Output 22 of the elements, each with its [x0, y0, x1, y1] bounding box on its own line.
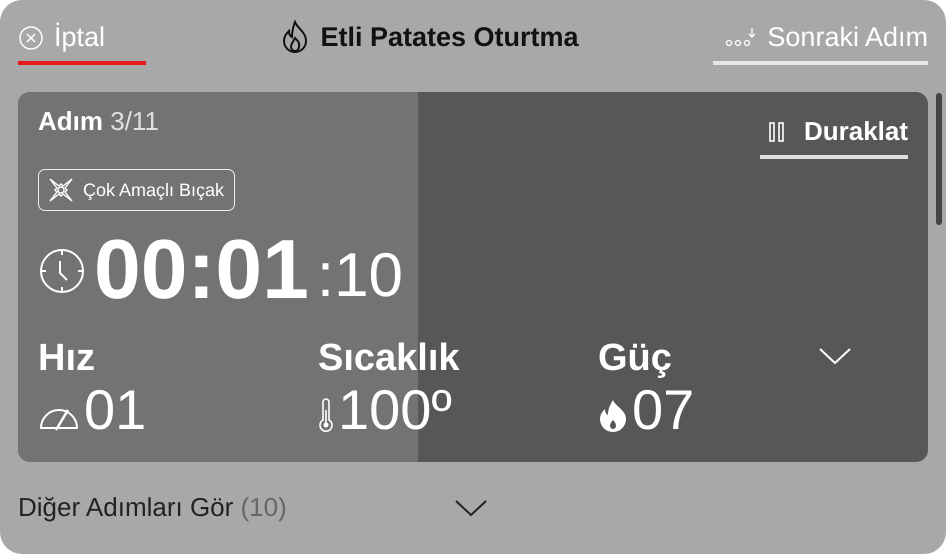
timer-seconds: :10 [316, 245, 404, 307]
scrollbar[interactable] [936, 93, 942, 225]
expand-chevron-icon[interactable] [818, 347, 852, 365]
recipe-title: Etli Patates Oturtma [320, 22, 579, 52]
pause-button[interactable]: Duraklat [760, 106, 908, 159]
blade-icon [47, 176, 75, 204]
clock-icon [38, 247, 86, 295]
stat-value: 100º [338, 382, 452, 438]
stat-value: 07 [632, 382, 694, 438]
other-steps-toggle[interactable]: Diğer Adımları Gör (10) [18, 492, 454, 523]
pause-icon [768, 120, 786, 142]
step-counter: Adım 3/11 [38, 106, 159, 137]
stat-value: 01 [84, 382, 146, 438]
stat-label: Güç [598, 337, 673, 380]
stat-label: Sıcaklık [318, 337, 461, 380]
close-icon [18, 24, 44, 50]
stat-label: Hız [38, 337, 96, 380]
tool-name: Çok Amaçlı Bıçak [83, 180, 224, 200]
thermometer-icon [318, 398, 334, 432]
flame-icon [598, 398, 628, 432]
chevron-down-icon[interactable] [454, 498, 488, 516]
timer-minutes: 00:01 [94, 227, 309, 311]
